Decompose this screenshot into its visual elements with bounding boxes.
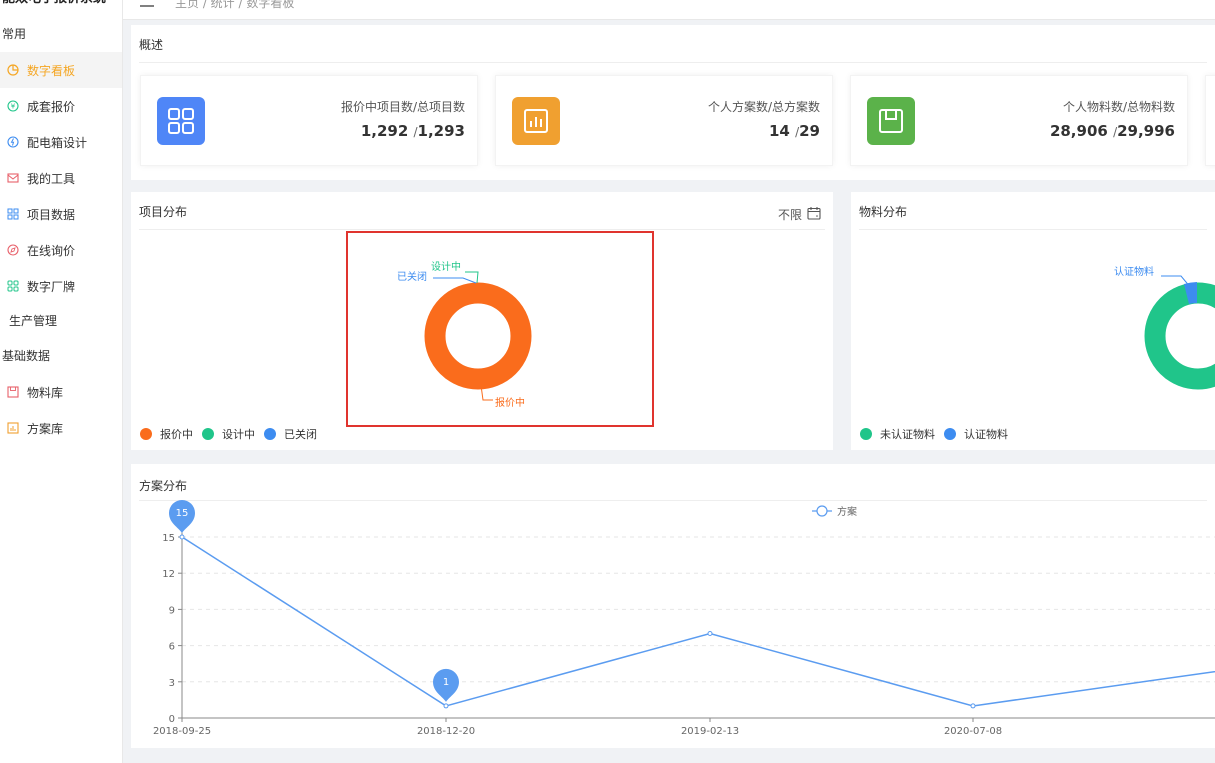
sidebar-item-plan-lib[interactable]: 方案库 — [0, 410, 122, 446]
sidebar-section-base: 基础数据 — [2, 349, 51, 363]
grid-icon — [7, 208, 19, 220]
sidebar-item-dashboard[interactable]: 数字看板 — [0, 52, 122, 88]
sidebar-item-label: 配电箱设计 — [27, 135, 88, 150]
sidebar-section-common: 常用 — [2, 27, 27, 41]
dashboard-icon — [7, 64, 19, 76]
svg-text:¥: ¥ — [11, 103, 16, 111]
sidebar-item-project-data[interactable]: 项目数据 — [0, 196, 122, 232]
app-brand: 能效电子报价系统 — [0, 0, 122, 16]
x-tick-label: 2018-09-25 — [153, 726, 211, 737]
data-point — [970, 703, 976, 709]
highlight-box — [346, 231, 654, 427]
y-tick-label: 0 — [169, 714, 175, 725]
data-point — [707, 631, 713, 637]
plan-distribution-card: 方案分布 方案 0 3 6 9 12 15 2018-09-25 2018-12-20 2019… — [131, 464, 1215, 748]
sidebar-item-label: 数字厂牌 — [27, 279, 76, 294]
x-tick-label: 2019-02-13 — [681, 726, 739, 737]
breadcrumb: 主页 / 统计 / 数字看板 — [175, 0, 295, 10]
stat-label: 个人方案数/总方案数 — [707, 100, 820, 114]
x-tick-label: 2020-07-08 — [944, 726, 1002, 737]
sidebar-item-inquiry[interactable]: 在线询价 — [0, 232, 122, 268]
sidebar-item-label: 在线询价 — [27, 243, 76, 258]
x-tick-label: 2018-12-20 — [417, 726, 475, 737]
sidebar-item-label: 物料库 — [27, 385, 64, 400]
y-tick-label: 6 — [169, 642, 175, 653]
sidebar-item-label: 方案库 — [27, 421, 64, 436]
y-tick-label: 3 — [169, 678, 175, 689]
sidebar-item-quote[interactable]: ¥ 成套报价 — [0, 88, 122, 124]
stat-card-projects[interactable]: 报价中项目数/总项目数 1,292 /1,293 — [140, 75, 478, 166]
grid-icon — [157, 97, 205, 145]
series-line — [181, 536, 1215, 707]
overview-card: 概述 报价中项目数/总项目数 1,292 /1,293 个人方案数/总方案数 1… — [131, 25, 1215, 180]
legend-dot — [860, 428, 872, 440]
mail-icon — [7, 172, 19, 184]
legend-dot — [264, 428, 276, 440]
stat-value: 1,292 /1,293 — [360, 122, 465, 140]
y-tick-label: 15 — [162, 533, 175, 544]
stat-card-plans[interactable]: 个人方案数/总方案数 14 /29 — [495, 75, 833, 166]
legend-dot — [944, 428, 956, 440]
overview-title: 概述 — [139, 25, 1207, 63]
topbar: 主页 / 统计 / 数字看板 — [123, 0, 1215, 20]
compass-icon — [7, 244, 19, 256]
sidebar-item-material-lib[interactable]: 物料库 — [0, 374, 122, 410]
plan-line-chart: 方案 0 3 6 9 12 15 2018-09-25 2018-12-20 2019-02-1… — [153, 500, 1215, 737]
yen-icon: ¥ — [7, 100, 19, 112]
legend-dot — [140, 428, 152, 440]
y-tick-label: 9 — [169, 605, 175, 616]
save-icon — [867, 97, 915, 145]
sidebar: 能效电子报价系统 常用 数字看板 ¥ 成套报价 配电箱设计 我的工具 项目数据 — [0, 0, 123, 763]
material-legend: 未认证物料 认证物料 — [860, 426, 1017, 442]
legend-item-designing[interactable]: 设计中 — [202, 426, 255, 442]
legend-item-quoting[interactable]: 报价中 — [140, 426, 193, 442]
save-icon — [7, 386, 19, 398]
sidebar-item-tools[interactable]: 我的工具 — [0, 160, 122, 196]
stat-card-materials[interactable]: 个人物料数/总物料数 28,906 /29,996 — [850, 75, 1188, 166]
bar-chart-icon — [512, 97, 560, 145]
marker-label: 15 — [176, 508, 189, 519]
data-point — [443, 703, 449, 709]
legend-item-closed[interactable]: 已关闭 — [264, 426, 317, 442]
bolt-icon — [7, 136, 19, 148]
data-point — [179, 534, 185, 540]
sidebar-item-label: 项目数据 — [27, 207, 76, 222]
legend-dot — [202, 428, 214, 440]
sidebar-item-box-design[interactable]: 配电箱设计 — [0, 124, 122, 160]
stat-value: 14 /29 — [768, 122, 820, 140]
y-tick-label: 12 — [162, 569, 175, 580]
sidebar-item-production[interactable]: 生产管理 — [0, 304, 122, 338]
legend-item-certified[interactable]: 认证物料 — [944, 426, 1008, 442]
label-certified: 认证物料 — [1114, 265, 1154, 278]
apps-icon — [7, 280, 19, 292]
donut-slice-uncertified[interactable] — [1144, 282, 1215, 390]
stat-value: 28,906 /29,996 — [1049, 122, 1175, 140]
stat-card-partial — [1205, 75, 1215, 166]
material-donut-chart: 认证物料 — [1114, 265, 1215, 390]
stat-label: 报价中项目数/总项目数 — [340, 100, 465, 114]
material-distribution-card: 物料分布 认证物料 未认证物料 认证物料 — [851, 192, 1215, 450]
marker-label: 1 — [443, 677, 449, 688]
sidebar-item-label: 数字看板 — [27, 63, 76, 78]
sidebar-item-brand[interactable]: 数字厂牌 — [0, 268, 122, 304]
chart-icon — [7, 422, 19, 434]
menu-icon[interactable] — [139, 0, 155, 11]
sidebar-item-label: 成套报价 — [27, 99, 76, 114]
legend-item-uncertified[interactable]: 未认证物料 — [860, 426, 935, 442]
legend-series-label: 方案 — [837, 505, 857, 518]
project-legend: 报价中 设计中 已关闭 — [140, 426, 326, 442]
chart-legend[interactable]: 方案 — [812, 505, 857, 518]
stat-label: 个人物料数/总物料数 — [1062, 100, 1175, 114]
sidebar-item-label: 我的工具 — [27, 171, 76, 186]
